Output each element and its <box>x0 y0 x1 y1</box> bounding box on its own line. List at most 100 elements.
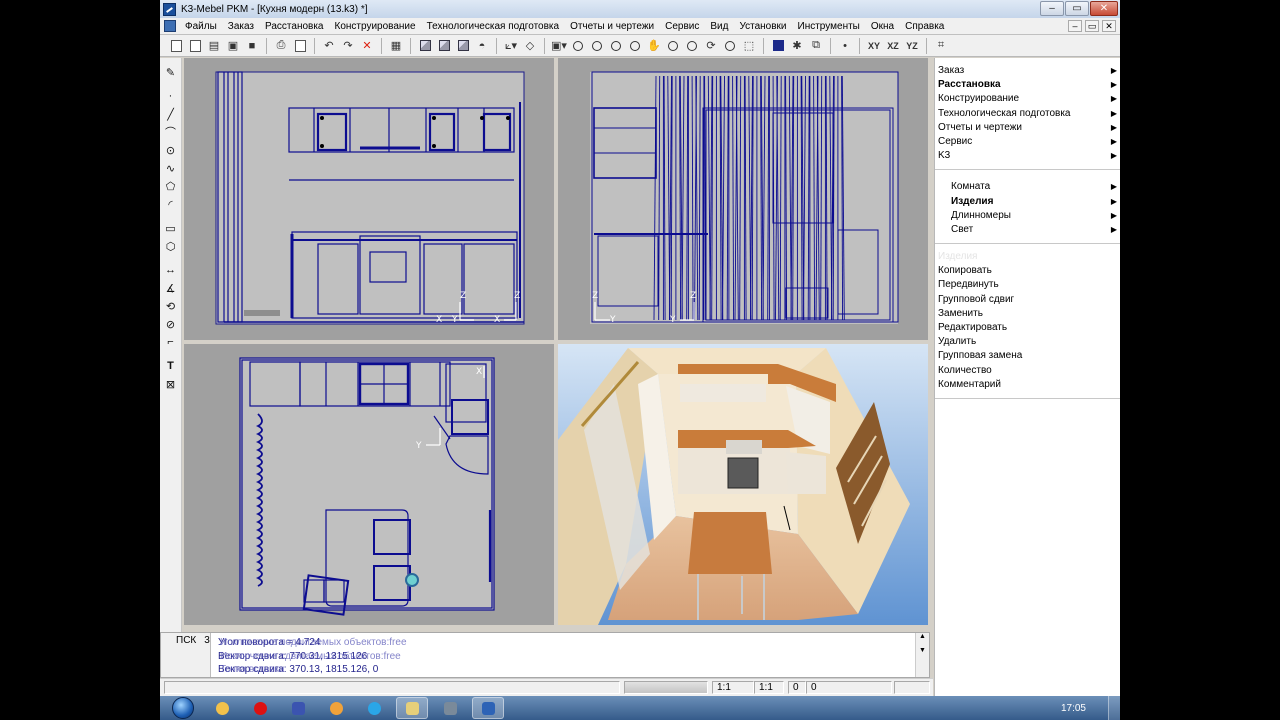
leader-tool-icon[interactable]: ⌐ <box>163 334 179 350</box>
wireframe-cube-icon[interactable] <box>417 38 433 54</box>
minimize-button[interactable]: – <box>1040 1 1064 16</box>
hidden-line-cube-icon[interactable] <box>436 38 452 54</box>
point-tool-icon[interactable]: · <box>163 88 179 104</box>
panel-item-room[interactable]: Комната ▶ <box>938 180 1120 194</box>
panel-item-order[interactable]: Заказ ▶ <box>938 64 1120 78</box>
print-preview-icon[interactable] <box>292 38 308 54</box>
zoom-box-icon[interactable]: ⬚ <box>741 38 757 54</box>
start-button[interactable] <box>166 696 200 720</box>
clock[interactable]: 17:05 <box>1061 703 1086 714</box>
color-swatch-icon[interactable] <box>770 38 786 54</box>
panel-item-tech-prep[interactable]: Технологическая подготовка ▶ <box>938 107 1120 121</box>
copy-file-icon[interactable] <box>187 38 203 54</box>
circle-tool-icon[interactable]: ⊙ <box>163 142 179 158</box>
action-delete[interactable]: Удалить <box>938 335 1120 349</box>
taskbar-player-icon[interactable] <box>320 697 352 719</box>
arc-tool-icon[interactable]: ⌒ <box>163 124 179 140</box>
taskbar-opera-icon[interactable] <box>244 697 276 719</box>
zoom-all-icon[interactable] <box>627 38 643 54</box>
close-button[interactable]: ✕ <box>1090 1 1118 16</box>
show-desktop-button[interactable] <box>1108 696 1120 720</box>
taskbar-save-icon[interactable] <box>282 697 314 719</box>
print-icon[interactable]: ⎙ <box>273 38 289 54</box>
disabled-icon[interactable]: ■ <box>244 38 260 54</box>
panel-item-products[interactable]: Изделия ▶ <box>938 195 1120 209</box>
taskbar-skype-icon[interactable] <box>358 697 390 719</box>
zoom-window-icon[interactable] <box>608 38 624 54</box>
menu-view[interactable]: Вид <box>705 21 734 32</box>
magnifier-icon[interactable] <box>722 38 738 54</box>
new-file-icon[interactable] <box>168 38 184 54</box>
plan-view[interactable]: Y X <box>184 344 554 625</box>
taskbar-tool-icon[interactable] <box>434 697 466 719</box>
panel-item-placement[interactable]: Расстановка ▶ <box>938 78 1120 92</box>
side-view[interactable]: Z Y Z Y <box>558 58 928 340</box>
action-group-replace[interactable]: Групповая замена <box>938 349 1120 363</box>
orbit-icon[interactable]: ⟳ <box>703 38 719 54</box>
axis-dropdown-icon[interactable]: ⟀▾ <box>503 38 519 54</box>
menu-design[interactable]: Конструирование <box>330 21 422 32</box>
pencil-icon[interactable]: ✎ <box>163 64 179 80</box>
point-icon[interactable]: • <box>837 38 853 54</box>
menu-files[interactable]: Файлы <box>180 21 223 32</box>
menu-windows[interactable]: Окна <box>866 21 900 32</box>
panel-item-design[interactable]: Конструирование ▶ <box>938 92 1120 106</box>
xy-plane-button[interactable]: XY <box>866 38 882 54</box>
3d-render-view[interactable] <box>558 344 928 625</box>
action-move[interactable]: Передвинуть <box>938 278 1120 292</box>
menu-tech-prep[interactable]: Технологическая подготовка <box>422 21 565 32</box>
line-tool-icon[interactable]: ╱ <box>163 106 179 122</box>
maximize-button[interactable]: ▭ <box>1065 1 1089 16</box>
view-dropdown-icon[interactable]: ▣▾ <box>551 38 567 54</box>
document-icon[interactable] <box>164 20 176 32</box>
open-folder-icon[interactable]: ▤ <box>206 38 222 54</box>
hexagon-tool-icon[interactable]: ⬡ <box>163 238 179 254</box>
menu-placement[interactable]: Расстановка <box>260 21 329 32</box>
menu-tools[interactable]: Инструменты <box>793 21 866 32</box>
shaded-cube-icon[interactable] <box>455 38 471 54</box>
text-tool-icon[interactable]: T <box>163 358 179 374</box>
save-icon[interactable]: ▣ <box>225 38 241 54</box>
command-line[interactable]: ПСК 3 Угол поворота = 4.724 Исключение под… <box>160 632 930 678</box>
panel-item-k3[interactable]: K3 ▶ <box>938 149 1120 163</box>
zoom-previous-icon[interactable] <box>665 38 681 54</box>
taskbar-k3-icon[interactable] <box>472 697 504 719</box>
grid-icon[interactable]: ▦ <box>388 38 404 54</box>
pan-icon[interactable]: ✋ <box>646 38 662 54</box>
taskbar-media-icon[interactable] <box>206 697 238 719</box>
menu-reports[interactable]: Отчеты и чертежи <box>565 21 660 32</box>
zoom-extents-icon[interactable] <box>684 38 700 54</box>
zoom-out-icon[interactable] <box>589 38 605 54</box>
action-replace[interactable]: Заменить <box>938 307 1120 321</box>
hatch-tool-icon[interactable]: ⊠ <box>163 376 179 392</box>
xz-plane-button[interactable]: XZ <box>885 38 901 54</box>
mdi-minimize-button[interactable]: – <box>1068 20 1082 32</box>
rotate-tool-icon[interactable]: ⟲ <box>163 298 179 314</box>
taskbar-folder-icon[interactable] <box>396 697 428 719</box>
rectangle-tool-icon[interactable]: ▭ <box>163 220 179 236</box>
no-entry-tool-icon[interactable]: ⊘ <box>163 316 179 332</box>
spline-tool-icon[interactable]: ∿ <box>163 160 179 176</box>
action-edit[interactable]: Редактировать <box>938 321 1120 335</box>
delete-icon[interactable]: ✕ <box>359 38 375 54</box>
action-copy[interactable]: Копировать <box>938 264 1120 278</box>
bounding-box-icon[interactable]: ⌗ <box>933 38 949 54</box>
menu-service[interactable]: Сервис <box>660 21 705 32</box>
action-quantity[interactable]: Количество <box>938 364 1120 378</box>
render-icon[interactable]: ◓ <box>474 38 490 54</box>
command-scrollbar[interactable]: ▲ ▼ <box>915 633 929 677</box>
diamond-icon[interactable]: ◇ <box>522 38 538 54</box>
mdi-restore-button[interactable]: ▭ <box>1085 20 1099 32</box>
redo-icon[interactable]: ↷ <box>340 38 356 54</box>
panel-item-light[interactable]: Свет ▶ <box>938 223 1120 237</box>
yz-plane-button[interactable]: YZ <box>904 38 920 54</box>
menu-settings[interactable]: Установки <box>734 21 792 32</box>
menu-help[interactable]: Справка <box>900 21 950 32</box>
action-comment[interactable]: Комментарий <box>938 378 1120 392</box>
zoom-in-icon[interactable] <box>570 38 586 54</box>
panel-item-service[interactable]: Сервис ▶ <box>938 135 1120 149</box>
panel-item-reports[interactable]: Отчеты и чертежи ▶ <box>938 121 1120 135</box>
angle-dimension-icon[interactable]: ∡ <box>163 280 179 296</box>
polygon-tool-icon[interactable]: ⬠ <box>163 178 179 194</box>
action-group-shift[interactable]: Групповой сдвиг <box>938 293 1120 307</box>
